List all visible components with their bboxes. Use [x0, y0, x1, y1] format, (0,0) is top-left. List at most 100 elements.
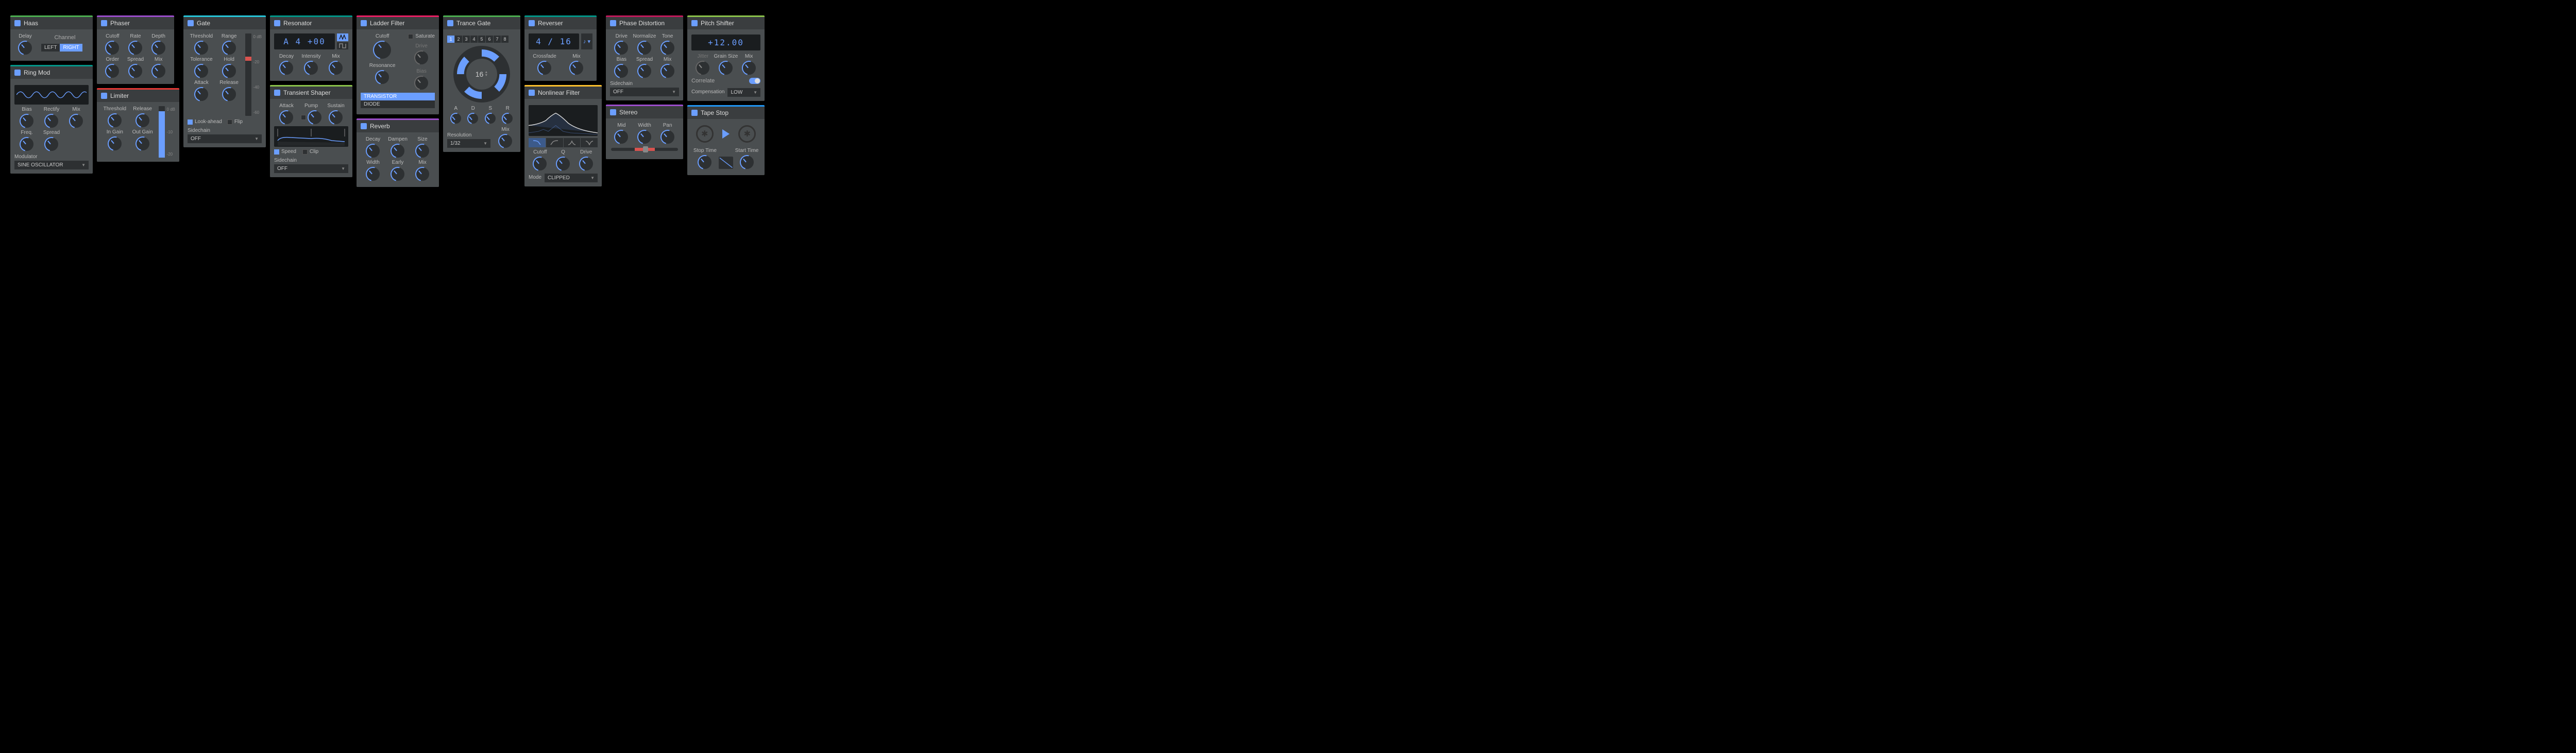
- release-knob[interactable]: [136, 114, 149, 127]
- play-button[interactable]: [722, 129, 730, 139]
- mix-knob[interactable]: [416, 167, 429, 181]
- decay-knob[interactable]: [280, 61, 293, 75]
- waveform-display[interactable]: [14, 85, 89, 105]
- a-knob[interactable]: [451, 113, 461, 124]
- bias-knob[interactable]: [415, 76, 428, 90]
- tolerance-knob[interactable]: [195, 64, 208, 78]
- tone-knob[interactable]: [661, 41, 674, 55]
- pump-check[interactable]: [301, 115, 306, 120]
- envelope-display[interactable]: [274, 126, 348, 147]
- left-option[interactable]: LEFT: [41, 44, 60, 52]
- outgain-knob[interactable]: [136, 137, 149, 150]
- drive-knob[interactable]: [415, 51, 428, 64]
- enable-checkbox[interactable]: [361, 123, 367, 129]
- cutoff-knob[interactable]: [533, 157, 547, 170]
- stereo-slider[interactable]: [611, 148, 678, 151]
- grain-knob[interactable]: [719, 61, 733, 75]
- mix-knob[interactable]: [661, 64, 674, 78]
- type-segment[interactable]: TRANSISTOR DIODE: [361, 93, 435, 108]
- enable-checkbox[interactable]: [447, 20, 453, 26]
- sustain-knob[interactable]: [329, 111, 343, 124]
- drive-knob[interactable]: [615, 41, 628, 55]
- pan-knob[interactable]: [661, 130, 674, 144]
- enable-checkbox[interactable]: [610, 109, 616, 115]
- compensation-select[interactable]: LOW: [727, 88, 760, 97]
- enable-checkbox[interactable]: [101, 93, 107, 99]
- bias-knob[interactable]: [615, 64, 628, 78]
- enable-checkbox[interactable]: [610, 20, 616, 26]
- rectify-knob[interactable]: [45, 114, 58, 128]
- early-knob[interactable]: [391, 167, 404, 181]
- mix-knob[interactable]: [329, 61, 343, 75]
- size-knob[interactable]: [416, 144, 429, 158]
- spread-knob[interactable]: [638, 64, 651, 78]
- normalize-knob[interactable]: [638, 41, 651, 55]
- channel-segment[interactable]: LEFT RIGHT: [41, 44, 89, 52]
- enable-checkbox[interactable]: [274, 20, 280, 26]
- pump-knob[interactable]: [308, 111, 321, 124]
- highpass-tab[interactable]: [546, 138, 563, 147]
- threshold-knob[interactable]: [195, 41, 208, 55]
- ratio-display[interactable]: 4 / 16: [529, 33, 579, 49]
- correlate-toggle[interactable]: [749, 78, 760, 84]
- sidechain-select[interactable]: OFF: [274, 164, 348, 173]
- d-knob[interactable]: [468, 113, 478, 124]
- delay-knob[interactable]: [19, 41, 32, 55]
- bandpass-tab[interactable]: [564, 138, 581, 147]
- enable-checkbox[interactable]: [691, 20, 698, 26]
- modulator-select[interactable]: SINE OSCILLATOR: [14, 161, 89, 169]
- pitch-display[interactable]: A 4 +00: [274, 33, 335, 49]
- lowpass-tab[interactable]: [529, 138, 546, 147]
- curve-display[interactable]: [719, 157, 733, 169]
- dampen-knob[interactable]: [391, 144, 404, 158]
- attack-knob[interactable]: [280, 111, 293, 124]
- enable-checkbox[interactable]: [188, 20, 194, 26]
- mid-knob[interactable]: [615, 130, 628, 144]
- drive-knob[interactable]: [580, 157, 593, 170]
- mix-knob[interactable]: [499, 134, 512, 148]
- step-ring[interactable]: 16▲▼: [453, 46, 510, 102]
- enable-checkbox[interactable]: [101, 20, 107, 26]
- clip-check[interactable]: Clip: [302, 149, 318, 155]
- starttime-knob[interactable]: [740, 156, 754, 169]
- resolution-select[interactable]: 1/32: [447, 139, 490, 148]
- enable-checkbox[interactable]: [14, 70, 21, 76]
- enable-checkbox[interactable]: [14, 20, 21, 26]
- enable-checkbox[interactable]: [274, 90, 280, 96]
- enable-checkbox[interactable]: [529, 20, 535, 26]
- right-option[interactable]: RIGHT: [60, 44, 82, 52]
- cutoff-knob[interactable]: [106, 41, 119, 55]
- mode-select[interactable]: CLIPPED: [545, 174, 598, 182]
- rate-knob[interactable]: [129, 41, 142, 55]
- wave-tab-b[interactable]: [337, 42, 348, 50]
- width-knob[interactable]: [638, 130, 651, 144]
- intensity-knob[interactable]: [304, 61, 318, 75]
- note-button[interactable]: ♪ ▾: [581, 33, 592, 49]
- width-knob[interactable]: [366, 167, 380, 181]
- saturate-check[interactable]: Saturate: [408, 33, 435, 39]
- wave-tab-a[interactable]: [337, 33, 348, 41]
- order-knob[interactable]: [106, 64, 119, 78]
- step-selector[interactable]: 1 2 3 4 5 6 7 8: [447, 36, 516, 43]
- sidechain-select[interactable]: OFF: [188, 134, 262, 143]
- lookahead-check[interactable]: Look-ahead: [188, 119, 222, 125]
- crossfade-knob[interactable]: [538, 61, 551, 75]
- s-knob[interactable]: [485, 113, 496, 124]
- resonance-knob[interactable]: [376, 71, 389, 84]
- mix-knob[interactable]: [570, 61, 583, 75]
- range-knob[interactable]: [223, 41, 236, 55]
- enable-checkbox[interactable]: [361, 20, 367, 26]
- cutoff-knob[interactable]: [374, 41, 391, 59]
- notch-tab[interactable]: [581, 138, 598, 147]
- filter-graph[interactable]: [529, 105, 598, 136]
- spread-knob[interactable]: [129, 64, 142, 78]
- stoptime-knob[interactable]: [698, 156, 711, 169]
- flip-check[interactable]: Flip: [227, 119, 243, 125]
- hold-knob[interactable]: [223, 64, 236, 78]
- bias-knob[interactable]: [20, 114, 33, 128]
- enable-checkbox[interactable]: [529, 90, 535, 96]
- speed-check[interactable]: Speed: [274, 149, 296, 155]
- q-knob[interactable]: [556, 157, 570, 170]
- spread-knob[interactable]: [45, 138, 58, 151]
- mix-knob[interactable]: [152, 64, 165, 78]
